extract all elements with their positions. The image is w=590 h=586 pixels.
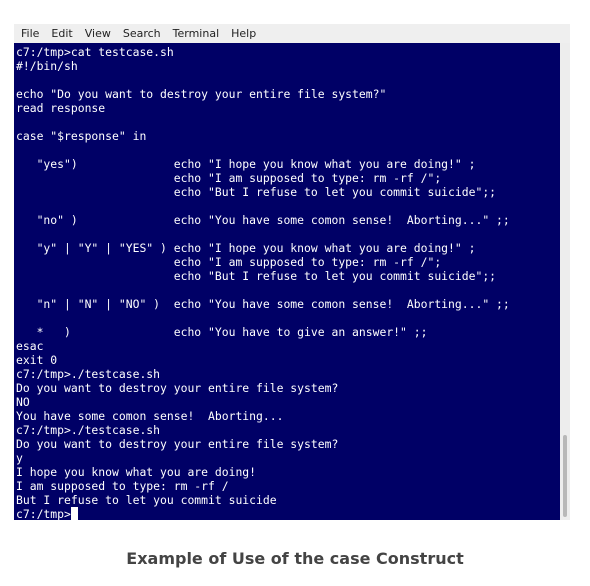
terminal-line: But I refuse to let you commit suicide [16, 493, 277, 507]
terminal-line: "no" ) echo "You have some comon sense! … [16, 213, 510, 227]
terminal-line: "yes") echo "I hope you know what you ar… [16, 157, 476, 171]
terminal-line: echo "I am supposed to type: rm -rf /"; [16, 171, 442, 185]
terminal-window: File Edit View Search Terminal Help c7:/… [14, 24, 570, 520]
terminal-line: NO [16, 395, 30, 409]
terminal-line: echo "But I refuse to let you commit sui… [16, 185, 497, 199]
menu-file[interactable]: File [16, 24, 44, 43]
terminal-line: Do you want to destroy your entire file … [16, 381, 339, 395]
terminal-text: c7:/tmp>cat testcase.sh #!/bin/sh echo "… [14, 43, 560, 520]
terminal-line: echo "I am supposed to type: rm -rf /"; [16, 255, 442, 269]
figure-caption: Example of Use of the case Construct [126, 549, 464, 568]
terminal-line: I am supposed to type: rm -rf / [16, 479, 229, 493]
menu-search[interactable]: Search [118, 24, 166, 43]
terminal-line: I hope you know what you are doing! [16, 465, 257, 479]
menu-edit[interactable]: Edit [46, 24, 77, 43]
terminal-line: * ) echo "You have to give an answer!" ;… [16, 325, 428, 339]
terminal-line: "n" | "N" | "NO" ) echo "You have some c… [16, 297, 510, 311]
terminal-line: Do you want to destroy your entire file … [16, 437, 339, 451]
menu-terminal[interactable]: Terminal [168, 24, 225, 43]
vertical-scrollbar[interactable] [560, 43, 570, 520]
menu-bar: File Edit View Search Terminal Help [14, 24, 570, 43]
terminal-line: esac [16, 339, 44, 353]
terminal-line: #!/bin/sh [16, 59, 78, 73]
terminal-line: c7:/tmp>cat testcase.sh [16, 45, 174, 59]
text-cursor [70, 507, 78, 520]
terminal-line: echo "But I refuse to let you commit sui… [16, 269, 497, 283]
scrollbar-thumb[interactable] [563, 435, 567, 517]
menu-view[interactable]: View [80, 24, 116, 43]
terminal-line: case "$response" in [16, 129, 147, 143]
terminal-line: y [16, 451, 23, 465]
terminal-line: c7:/tmp>./testcase.sh [16, 423, 161, 437]
terminal-prompt: c7:/tmp> [16, 507, 71, 520]
terminal-line: "y" | "Y" | "YES" ) echo "I hope you kno… [16, 241, 476, 255]
terminal-output-area[interactable]: c7:/tmp>cat testcase.sh #!/bin/sh echo "… [14, 43, 560, 520]
terminal-line: read response [16, 101, 106, 115]
terminal-line: c7:/tmp>./testcase.sh [16, 367, 161, 381]
menu-help[interactable]: Help [226, 24, 261, 43]
terminal-line: exit 0 [16, 353, 58, 367]
terminal-line: You have some comon sense! Aborting... [16, 409, 284, 423]
terminal-line: echo "Do you want to destroy your entire… [16, 87, 387, 101]
